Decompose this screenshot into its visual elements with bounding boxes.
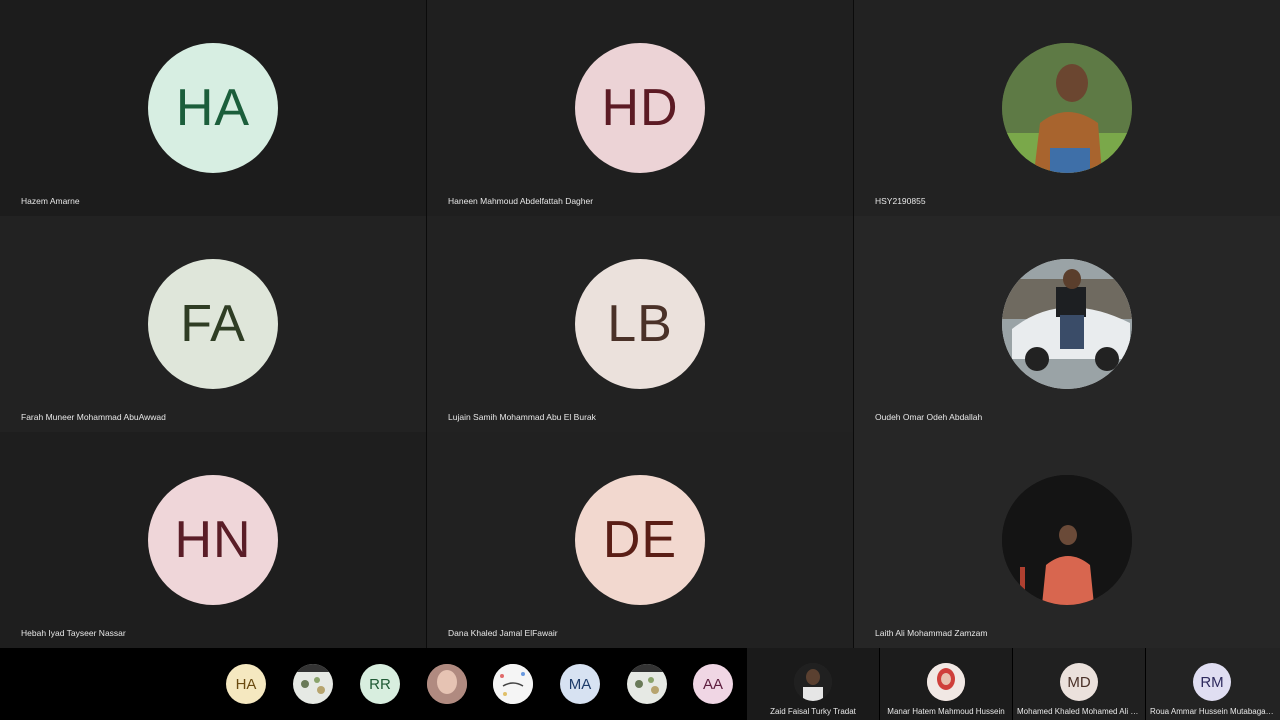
avatar-photo[interactable] <box>493 664 533 704</box>
participant-tile[interactable]: Zaid Faisal Turky Tradat <box>747 648 879 720</box>
avatar: HD <box>575 43 705 173</box>
avatar[interactable]: RR <box>360 664 400 704</box>
participant-name: HSY2190855 <box>875 196 926 206</box>
participant-name: Mohamed Khaled Mohamed Ali Da... <box>1017 707 1141 716</box>
participant-tile[interactable]: MD Mohamed Khaled Mohamed Ali Da... <box>1013 648 1145 720</box>
avatar-photo <box>927 663 965 701</box>
avatar: HA <box>148 43 278 173</box>
participant-name: Hazem Amarne <box>21 196 80 206</box>
participant-name: Manar Hatem Mahmoud Hussein <box>887 707 1005 716</box>
avatar-photo <box>1002 259 1132 389</box>
participant-tile[interactable]: Manar Hatem Mahmoud Hussein <box>880 648 1012 720</box>
participant-name: Haneen Mahmoud Abdelfattah Dagher <box>448 196 594 206</box>
avatar-photo <box>1002 43 1132 173</box>
participant-name: Laith Ali Mohammad Zamzam <box>875 628 988 638</box>
participant-tile[interactable]: FA Farah Muneer Mohammad AbuAwwad <box>0 216 426 432</box>
avatar[interactable]: AA <box>693 664 733 704</box>
avatar-photo[interactable] <box>627 664 667 704</box>
avatar-photo <box>794 663 832 701</box>
avatar: RM <box>1193 663 1231 701</box>
participant-tile[interactable]: HN Hebah Iyad Tayseer Nassar <box>0 432 426 648</box>
participant-name: Zaid Faisal Turky Tradat <box>770 707 856 716</box>
participant-name: Farah Muneer Mohammad AbuAwwad <box>21 412 166 422</box>
participant-tile[interactable]: RM Roua Ammar Hussein Mutabagani... <box>1146 648 1280 720</box>
participant-name: Lujain Samih Mohammad Abu El Burak <box>448 412 596 422</box>
participant-tile[interactable]: HD Haneen Mahmoud Abdelfattah Dagher <box>427 0 853 216</box>
avatar: DE <box>575 475 705 605</box>
avatar[interactable]: HA <box>226 664 266 704</box>
participant-name: Oudeh Omar Odeh Abdallah <box>875 412 983 422</box>
avatar[interactable]: MA <box>560 664 600 704</box>
avatar: LB <box>575 259 705 389</box>
avatar-photo[interactable] <box>427 664 467 704</box>
participant-tile[interactable]: LB Lujain Samih Mohammad Abu El Burak <box>427 216 853 432</box>
participant-tile[interactable]: HA Hazem Amarne <box>0 0 426 216</box>
participant-strip: HA RR MA AA Zaid Faisal Turky Tradat Man… <box>0 648 1280 720</box>
participant-name: Roua Ammar Hussein Mutabagani... <box>1150 707 1276 716</box>
avatar: FA <box>148 259 278 389</box>
video-grid: HA Hazem Amarne HD Haneen Mahmoud Abdelf… <box>0 0 1280 648</box>
participant-name: Dana Khaled Jamal ElFawair <box>448 628 558 638</box>
participant-tile[interactable]: Laith Ali Mohammad Zamzam <box>854 432 1280 648</box>
participant-tile[interactable]: HSY2190855 <box>854 0 1280 216</box>
avatar: MD <box>1060 663 1098 701</box>
avatar: HN <box>148 475 278 605</box>
participant-name: Hebah Iyad Tayseer Nassar <box>21 628 126 638</box>
participant-tile[interactable]: DE Dana Khaled Jamal ElFawair <box>427 432 853 648</box>
avatar-photo[interactable] <box>293 664 333 704</box>
avatar-photo <box>1002 475 1132 605</box>
participant-tile[interactable]: Oudeh Omar Odeh Abdallah <box>854 216 1280 432</box>
